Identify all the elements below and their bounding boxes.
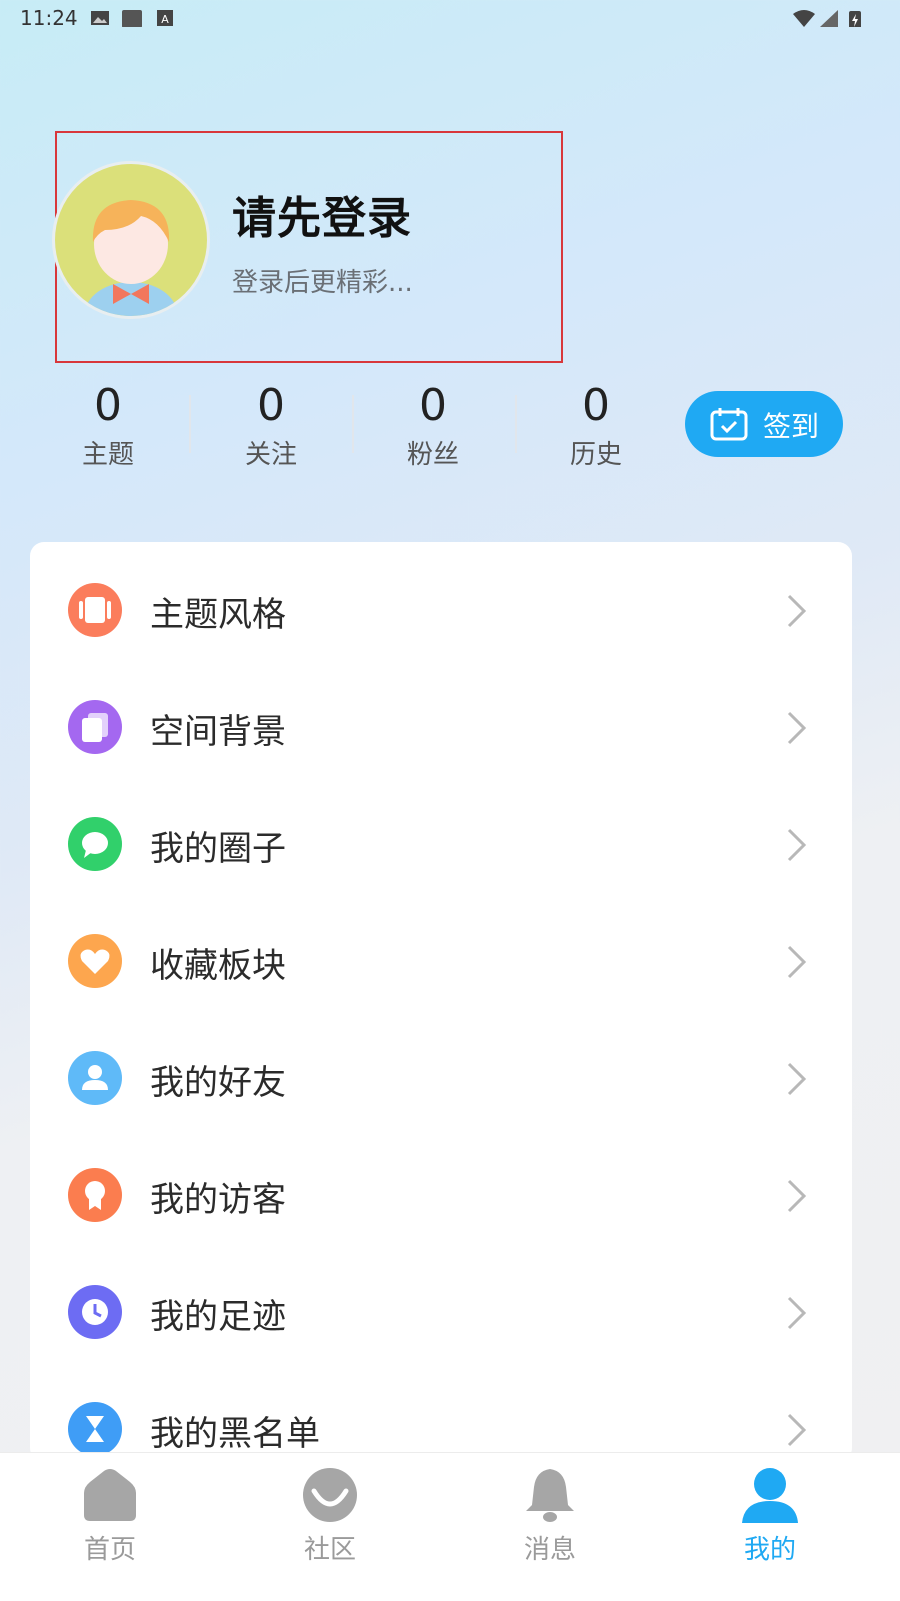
menu-item-theme-style[interactable]: 主题风格 bbox=[30, 547, 852, 664]
stat-value: 0 bbox=[94, 380, 122, 431]
clock-icon bbox=[68, 1285, 122, 1339]
chevron-right-icon bbox=[787, 945, 807, 979]
image-notification-icon bbox=[91, 11, 109, 25]
app-notification-icon bbox=[122, 10, 142, 27]
stat-fans[interactable]: 0 粉丝 bbox=[368, 380, 498, 471]
hourglass-icon bbox=[68, 1402, 122, 1456]
menu-item-label: 我的好友 bbox=[150, 1063, 286, 1103]
nav-label: 社区 bbox=[303, 1535, 356, 1565]
friend-icon bbox=[68, 1051, 122, 1105]
nav-messages[interactable]: 消息 bbox=[490, 1461, 610, 1565]
menu-item-my-blacklist[interactable]: 我的黑名单 bbox=[30, 1366, 852, 1462]
menu-item-label: 我的足迹 bbox=[150, 1297, 286, 1337]
menu-list: 主题风格 空间背景 我的圈子 收藏板块 我的好友 我的访客 我的足迹 我的黑名单 bbox=[30, 542, 852, 1462]
menu-item-my-footprints[interactable]: 我的足迹 bbox=[30, 1249, 852, 1366]
divider bbox=[515, 395, 517, 453]
chevron-right-icon bbox=[787, 594, 807, 628]
nav-community[interactable]: 社区 bbox=[270, 1461, 390, 1565]
stat-label: 关注 bbox=[244, 440, 297, 470]
menu-item-space-background[interactable]: 空间背景 bbox=[30, 664, 852, 781]
checkin-button[interactable]: 签到 bbox=[685, 391, 843, 457]
chevron-right-icon bbox=[787, 828, 807, 862]
divider bbox=[189, 395, 191, 453]
stat-following[interactable]: 0 关注 bbox=[206, 380, 336, 471]
battery-icon bbox=[849, 11, 861, 27]
chevron-right-icon bbox=[787, 1296, 807, 1330]
chevron-right-icon bbox=[787, 1179, 807, 1213]
visitor-icon bbox=[68, 1168, 122, 1222]
person-icon bbox=[742, 1468, 798, 1523]
keyboard-notification-icon: A bbox=[157, 10, 173, 26]
menu-item-label: 空间背景 bbox=[150, 712, 286, 752]
stat-label: 历史 bbox=[569, 440, 622, 470]
menu-item-label: 我的访客 bbox=[150, 1180, 286, 1220]
default-avatar-illustration bbox=[85, 200, 177, 316]
nav-label: 我的 bbox=[743, 1535, 796, 1565]
nav-home[interactable]: 首页 bbox=[50, 1461, 170, 1565]
login-subtitle: 登录后更精彩... bbox=[232, 268, 413, 298]
stat-value: 0 bbox=[419, 380, 447, 431]
theme-style-icon bbox=[68, 583, 122, 637]
menu-item-my-visitors[interactable]: 我的访客 bbox=[30, 1132, 852, 1249]
nav-label: 消息 bbox=[523, 1535, 576, 1565]
login-title[interactable]: 请先登录 bbox=[232, 182, 412, 246]
community-icon bbox=[303, 1468, 357, 1522]
nav-me[interactable]: 我的 bbox=[710, 1461, 830, 1565]
menu-item-favorite-boards[interactable]: 收藏板块 bbox=[30, 898, 852, 1015]
background-icon bbox=[68, 700, 122, 754]
signal-icon bbox=[820, 10, 838, 27]
stat-label: 粉丝 bbox=[406, 440, 459, 470]
chevron-right-icon bbox=[787, 711, 807, 745]
svg-text:A: A bbox=[161, 13, 169, 26]
chevron-right-icon bbox=[787, 1062, 807, 1096]
calendar-check-icon bbox=[710, 408, 748, 441]
stat-value: 0 bbox=[257, 380, 285, 431]
nav-label: 首页 bbox=[83, 1535, 136, 1565]
divider bbox=[352, 395, 354, 453]
bottom-nav: 首页 社区 消息 我的 bbox=[0, 1452, 900, 1601]
chevron-right-icon bbox=[787, 1413, 807, 1447]
status-time: 11:24 bbox=[20, 6, 78, 30]
stat-value: 0 bbox=[582, 380, 610, 431]
circle-chat-icon bbox=[68, 817, 122, 871]
status-bar: 11:24 A bbox=[0, 0, 900, 36]
avatar[interactable] bbox=[52, 161, 210, 319]
menu-item-label: 我的黑名单 bbox=[150, 1414, 320, 1454]
stat-topics[interactable]: 0 主题 bbox=[43, 380, 173, 471]
menu-item-label: 主题风格 bbox=[150, 595, 286, 635]
menu-item-my-friends[interactable]: 我的好友 bbox=[30, 1015, 852, 1132]
bell-icon bbox=[526, 1469, 574, 1522]
stat-label: 主题 bbox=[81, 440, 134, 470]
stat-history[interactable]: 0 历史 bbox=[531, 380, 661, 471]
wifi-icon bbox=[793, 10, 815, 27]
heart-icon bbox=[68, 934, 122, 988]
home-icon bbox=[84, 1469, 136, 1521]
menu-item-my-circles[interactable]: 我的圈子 bbox=[30, 781, 852, 898]
menu-item-label: 我的圈子 bbox=[150, 829, 286, 869]
menu-item-label: 收藏板块 bbox=[150, 946, 286, 986]
checkin-label: 签到 bbox=[763, 410, 820, 443]
